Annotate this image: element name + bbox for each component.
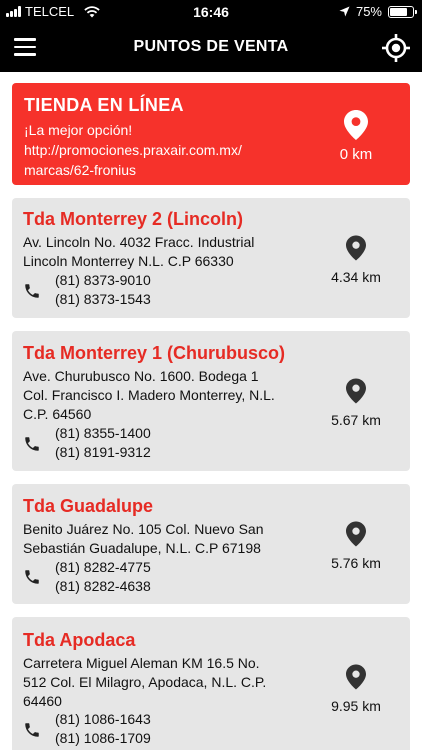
battery-percent: 75% [355,4,382,19]
store-address-line: Sebastián Guadalupe, N.L. C.P 67198 [23,540,261,556]
battery-fill [390,7,407,16]
store-address-line: 512 Col. El Milagro, Apodaca, N.L. C.P. [23,674,267,690]
store-address: Ave. Churubusco No. 1600. Bodega 1 Col. … [23,367,323,424]
store-address: Benito Juárez No. 105 Col. Nuevo San Seb… [23,520,323,558]
phone-icon[interactable] [23,568,41,586]
phone-number[interactable]: (81) 8373-9010 [55,271,151,290]
store-card[interactable]: Tda Monterrey 1 (Churubusco) Ave. Churub… [12,331,410,471]
store-card[interactable]: Tda Monterrey 2 (Lincoln) Av. Lincoln No… [12,198,410,318]
online-store-url-line2[interactable]: marcas/62-fronius [24,160,314,180]
map-pin-icon [346,664,366,690]
store-phones: (81) 1086-1643 (81) 1086-1709 [55,710,151,748]
store-address-line: Carretera Miguel Aleman KM 16.5 No. [23,655,260,671]
status-bar: TELCEL 16:46 75% [0,0,422,24]
phone-number[interactable]: (81) 8191-9312 [55,443,151,462]
store-address-line: Lincoln Monterrey N.L. C.P 66330 [23,253,234,269]
store-address-line: Benito Juárez No. 105 Col. Nuevo San [23,521,264,537]
store-address: Carretera Miguel Aleman KM 16.5 No. 512 … [23,654,323,711]
map-pin-icon [346,235,366,261]
store-name: Tda Apodaca [23,630,136,650]
distance-label: 5.76 km [331,555,381,571]
store-phones: (81) 8355-1400 (81) 8191-9312 [55,424,151,462]
phone-number[interactable]: (81) 1086-1643 [55,710,151,729]
store-phones: (81) 8282-4775 (81) 8282-4638 [55,558,151,596]
locate-me-icon[interactable] [380,32,412,64]
map-pin-icon [344,110,368,140]
phone-number[interactable]: (81) 8373-1543 [55,290,151,309]
phone-number[interactable]: (81) 8282-4638 [55,577,151,596]
online-store-card[interactable]: TIENDA EN LÍNEA ¡La mejor opción! http:/… [12,83,410,185]
store-name: Tda Guadalupe [23,496,154,516]
online-store-url-line1[interactable]: http://promociones.praxair.com.mx/ [24,140,314,160]
phone-icon[interactable] [23,721,41,739]
store-address-line: Av. Lincoln No. 4032 Fracc. Industrial [23,234,255,250]
store-address-line: C.P. 64560 [23,406,92,422]
store-address-line: 64460 [23,693,62,709]
store-card[interactable]: Tda Apodaca Carretera Miguel Aleman KM 1… [12,617,410,750]
map-pin-icon [346,521,366,547]
battery-icon [388,5,417,18]
distance-label: 9.95 km [331,698,381,714]
phone-number[interactable]: (81) 8355-1400 [55,424,151,443]
store-address-line: Ave. Churubusco No. 1600. Bodega 1 [23,368,259,384]
online-store-subtitle: ¡La mejor opción! [24,122,133,138]
store-name: Tda Monterrey 1 (Churubusco) [23,343,286,363]
online-store-description: ¡La mejor opción! http://promociones.pra… [24,120,314,180]
online-store-title: TIENDA EN LÍNEA [24,95,184,115]
distance-label: 0 km [339,146,373,163]
nav-bar: PUNTOS DE VENTA [0,24,422,72]
store-list[interactable]: TIENDA EN LÍNEA ¡La mejor opción! http:/… [0,72,422,750]
distance-label: 4.34 km [331,269,381,285]
location-arrow-icon [339,6,350,17]
store-name: Tda Monterrey 2 (Lincoln) [23,209,244,229]
store-card[interactable]: Tda Guadalupe Benito Juárez No. 105 Col.… [12,484,410,604]
map-pin-icon [346,378,366,404]
phone-number[interactable]: (81) 8282-4775 [55,558,151,577]
phone-icon[interactable] [23,282,41,300]
phone-number[interactable]: (81) 1086-1709 [55,729,151,748]
store-phones: (81) 8373-9010 (81) 8373-1543 [55,271,151,309]
phone-icon[interactable] [23,435,41,453]
page-title: PUNTOS DE VENTA [133,38,289,55]
status-right: 75% [339,4,417,19]
distance-label: 5.67 km [331,412,381,428]
store-address: Av. Lincoln No. 4032 Fracc. Industrial L… [23,233,323,271]
store-address-line: Col. Francisco I. Madero Monterrey, N.L. [23,387,275,403]
